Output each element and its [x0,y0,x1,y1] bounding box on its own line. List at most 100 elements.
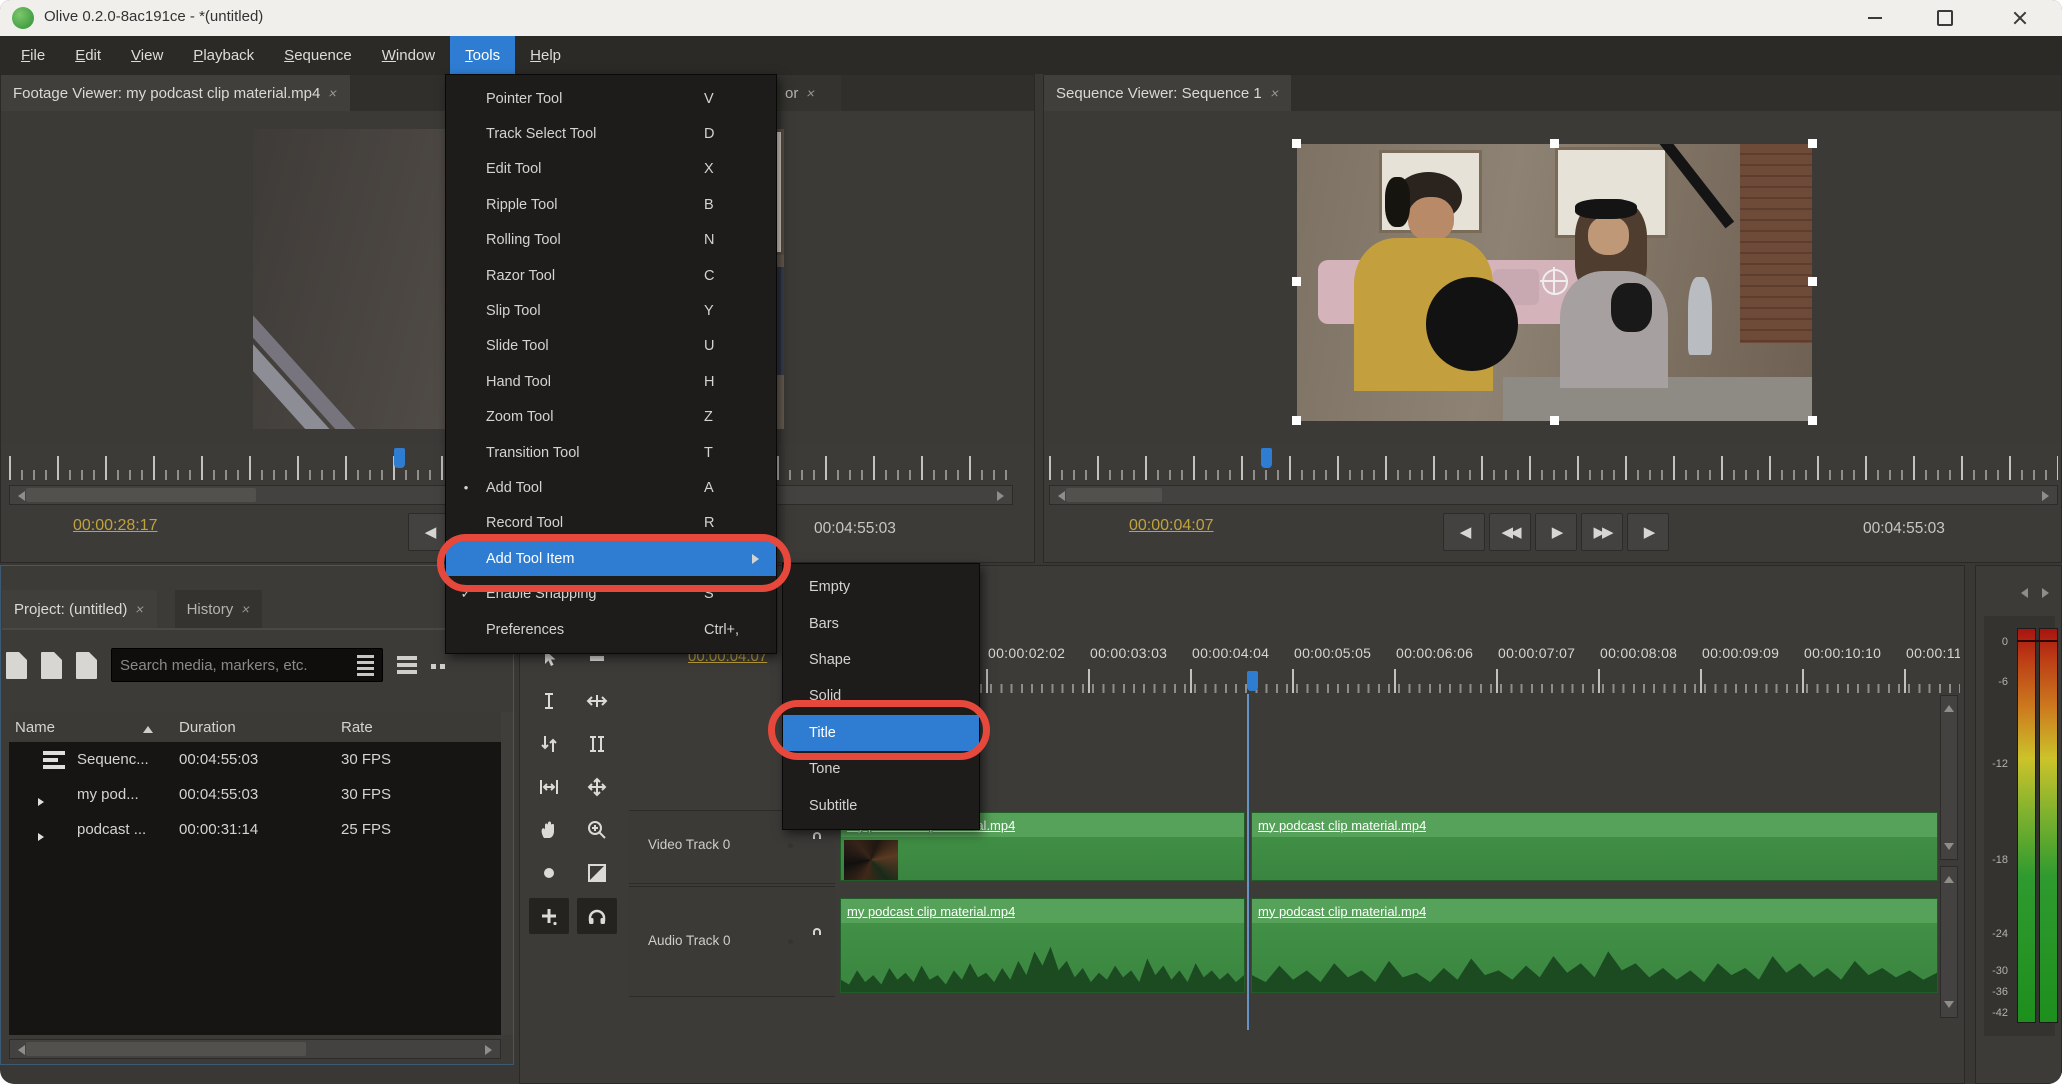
search-options-icon[interactable] [357,655,374,676]
submenu-item[interactable]: Subtitle [783,787,979,823]
scroll-right-icon[interactable] [997,491,1009,501]
zoom-tool-button[interactable] [577,812,617,848]
gizmo-handle[interactable] [1808,416,1817,425]
submenu-item[interactable]: Bars [783,605,979,641]
sequence-ruler[interactable] [1049,446,2058,482]
submenu-item[interactable]: Tone [783,751,979,787]
pin-icon[interactable]: × [1269,85,1281,101]
tab-scroll-left-icon[interactable] [2016,588,2028,598]
gizmo-handle[interactable] [1292,416,1301,425]
column-rate[interactable]: Rate [341,719,373,736]
menu-item[interactable]: Pointer Tool V [446,81,776,116]
audio-tracks-scrollbar[interactable] [1940,866,1958,1018]
transition-tool-button[interactable] [577,855,617,891]
sequence-scrollbar[interactable] [1049,485,2058,505]
footage-playhead[interactable] [394,448,405,468]
add-tool-button[interactable] [529,898,569,934]
menubar-item[interactable]: Sequence [269,36,367,74]
transport-button[interactable]: ◀ [1443,513,1485,551]
menu-item[interactable]: Track Select Tool D [446,116,776,151]
video-tracks-scrollbar[interactable] [1940,695,1958,860]
pin-icon[interactable]: × [806,85,818,101]
scroll-left-icon[interactable] [1053,491,1065,501]
menu-item[interactable]: Ripple Tool B [446,187,776,222]
hand-tool-button[interactable] [529,812,569,848]
menubar-item[interactable]: File [6,36,60,74]
transport-button[interactable]: ▶ [1627,513,1669,551]
menu-item[interactable]: • Add Tool A [446,470,776,505]
pin-icon[interactable]: × [135,601,147,617]
menu-item[interactable]: Preferences Ctrl+, [446,612,776,647]
menubar-item[interactable]: View [116,36,178,74]
slip-tool-button[interactable] [529,769,569,805]
scroll-left-icon[interactable] [13,1045,25,1055]
timeline-playhead[interactable] [1247,671,1258,691]
table-row[interactable]: my pod... 00:04:55:03 30 FPS [9,777,501,812]
rolling-tool-button[interactable] [529,726,569,762]
audio-clip[interactable]: my podcast clip material.mp4 [1251,898,1938,993]
menubar-item[interactable]: Tools [450,36,515,74]
gizmo-handle[interactable] [1292,139,1301,148]
audio-track-header[interactable]: Audio Track 0 [629,886,835,997]
menubar-item[interactable]: Help [515,36,576,74]
tab-sequence-viewer[interactable]: Sequence Viewer: Sequence 1× [1044,75,1291,111]
menu-item[interactable]: Record Tool R [446,506,776,541]
gizmo-handle[interactable] [1808,277,1817,286]
menubar-item[interactable]: Playback [178,36,269,74]
menubar-item[interactable]: Window [367,36,450,74]
new-project-icon[interactable] [6,652,27,679]
submenu-item[interactable]: Empty [783,569,979,605]
slide-tool-button[interactable] [577,769,617,805]
transport-button[interactable]: ◀◀ [1489,513,1531,551]
sequence-playhead[interactable] [1261,448,1272,468]
list-view-icon[interactable] [397,656,417,674]
minimize-button[interactable] [1852,3,1898,33]
audio-clip[interactable]: my podcast clip material.mp4 [840,898,1245,993]
submenu-item[interactable]: Solid [783,678,979,714]
open-project-icon[interactable] [41,652,62,679]
ripple-tool-button[interactable] [577,683,617,719]
column-name[interactable]: Name [15,719,55,736]
menu-item[interactable]: Zoom Tool Z [446,400,776,435]
scrollbar-thumb[interactable] [26,488,256,502]
footage-current-timecode[interactable]: 00:00:28:17 [73,517,158,535]
gizmo-center-icon[interactable] [1542,269,1568,295]
tab-footage-viewer[interactable]: Footage Viewer: my podcast clip material… [1,75,350,111]
video-clip[interactable]: my podcast clip material.mp4 [1251,812,1938,881]
menu-item[interactable]: ✓ Enable Snapping S [446,576,776,611]
timeline-ruler[interactable]: 00:00:01:0100:00:02:0200:00:03:0300:00:0… [827,645,1960,697]
razor-tool-button[interactable] [577,726,617,762]
scroll-left-icon[interactable] [13,491,25,501]
media-list[interactable]: Sequenc... 00:04:55:03 30 FPS my pod... … [9,742,501,1035]
gizmo-handle[interactable] [1292,277,1301,286]
transport-button[interactable]: ▶ [1535,513,1577,551]
column-duration[interactable]: Duration [179,719,236,736]
gizmo-handle[interactable] [1550,139,1559,148]
menu-item[interactable]: Edit Tool X [446,152,776,187]
maximize-button[interactable] [1922,3,1968,33]
table-row[interactable]: Sequenc... 00:04:55:03 30 FPS [9,742,501,777]
project-hscrollbar[interactable] [9,1039,501,1059]
pin-icon[interactable]: × [328,85,340,101]
submenu-item[interactable]: Title [783,715,979,751]
menu-item[interactable]: Slide Tool U [446,329,776,364]
transport-button[interactable]: ◀ [408,513,450,551]
table-header[interactable]: Name Duration Rate [9,712,501,742]
save-project-icon[interactable] [76,652,97,679]
audio-scrub-button[interactable] [577,898,617,934]
edit-tool-button[interactable] [529,683,569,719]
scroll-right-icon[interactable] [2042,491,2054,501]
gizmo-handle[interactable] [1550,416,1559,425]
table-row[interactable]: podcast ... 00:00:31:14 25 FPS [9,812,501,847]
menu-item[interactable]: Slip Tool Y [446,293,776,328]
tab-scroll-right-icon[interactable] [2042,588,2054,598]
menu-item[interactable]: Add Tool Item [446,541,776,576]
menu-item[interactable]: Rolling Tool N [446,223,776,258]
menu-item[interactable]: Transition Tool T [446,435,776,470]
submenu-item[interactable]: Shape [783,642,979,678]
scroll-right-icon[interactable] [485,1045,497,1055]
icon-view-icon[interactable] [431,656,449,674]
sequence-current-timecode[interactable]: 00:00:04:07 [1129,517,1214,535]
search-input[interactable]: Search media, markers, etc. [111,648,383,682]
tab-project[interactable]: Project: (untitled)× [2,590,157,628]
